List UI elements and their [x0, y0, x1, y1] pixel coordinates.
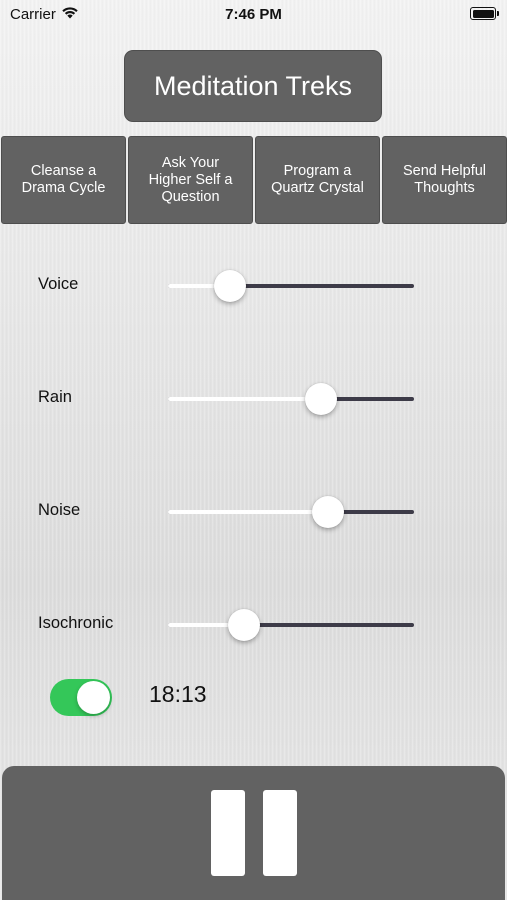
noise-label: Noise: [38, 501, 81, 519]
battery-icon: [470, 7, 499, 20]
timer-toggle-knob: [77, 681, 110, 714]
trek-button-cleanse-drama-cycle[interactable]: Cleanse a Drama Cycle: [1, 136, 126, 224]
status-bar: Carrier 7:46 PM: [0, 0, 507, 30]
timer-toggle[interactable]: [50, 679, 112, 716]
pause-icon-bar-left: [211, 790, 245, 876]
isochronic-slider-thumb[interactable]: [228, 609, 261, 641]
trek-button-ask-higher-self[interactable]: Ask Your Higher Self a Question: [128, 136, 253, 224]
rain-slider[interactable]: [168, 383, 414, 415]
noise-slider-thumb[interactable]: [311, 496, 344, 528]
rain-label: Rain: [38, 388, 72, 406]
trek-button-program-quartz-crystal[interactable]: Program a Quartz Crystal: [255, 136, 380, 224]
isochronic-slider[interactable]: [168, 609, 414, 641]
voice-slider-thumb[interactable]: [213, 270, 246, 302]
title-button[interactable]: Meditation Treks: [124, 50, 382, 122]
brushed-metal-background: [0, 0, 507, 900]
pause-icon-bar-right: [263, 790, 297, 876]
voice-label: Voice: [38, 275, 79, 293]
timer-display: 18:13: [149, 681, 207, 707]
clock: 7:46 PM: [225, 6, 282, 23]
isochronic-label: Isochronic: [38, 614, 114, 632]
noise-slider-fill: [168, 510, 328, 514]
rain-slider-thumb[interactable]: [304, 383, 337, 415]
noise-slider[interactable]: [168, 496, 414, 528]
pause-button[interactable]: [2, 766, 505, 900]
voice-slider[interactable]: [168, 270, 414, 302]
rain-slider-fill: [168, 397, 321, 401]
trek-button-send-helpful-thoughts[interactable]: Send Helpful Thoughts: [382, 136, 507, 224]
